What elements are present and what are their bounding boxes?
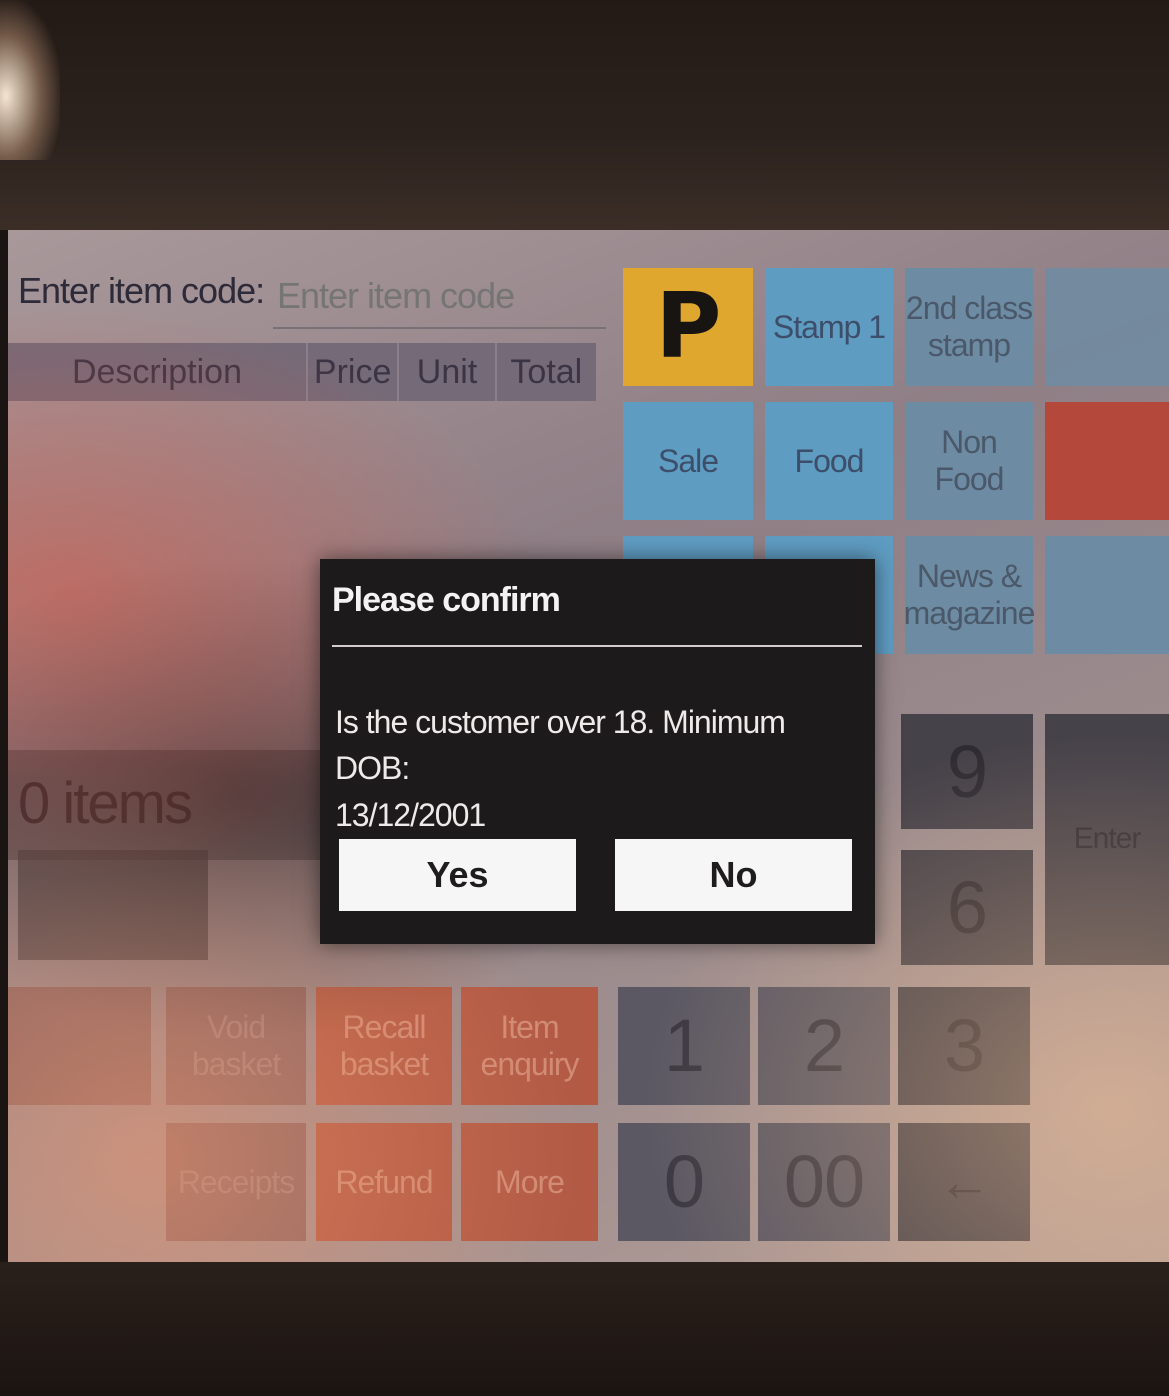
sale-button[interactable]: Sale (623, 402, 753, 520)
food-button[interactable]: Food (765, 402, 893, 520)
dialog-title: Please confirm (332, 581, 561, 619)
payzone-logo-icon: P (655, 274, 722, 380)
column-total: Total (510, 352, 583, 391)
key-6[interactable]: 6 (901, 850, 1033, 965)
news-magazine-button[interactable]: News & magazine (904, 536, 1035, 654)
backspace-arrow-icon: ← (937, 1151, 992, 1212)
payzone-button[interactable]: P (623, 268, 753, 386)
recall-basket-button[interactable]: Recall basket (316, 987, 452, 1105)
void-basket-button[interactable]: Void basket (166, 987, 306, 1105)
key-00[interactable]: 00 (758, 1123, 890, 1241)
backspace-button[interactable]: ← (898, 1123, 1030, 1241)
column-unit: Unit (399, 343, 497, 401)
more-button[interactable]: More (461, 1123, 598, 1241)
receipts-button[interactable]: Receipts (166, 1123, 306, 1241)
item-code-label: Enter item code: (18, 270, 265, 311)
dialog-divider (332, 645, 862, 647)
key-1[interactable]: 1 (618, 987, 750, 1105)
item-code-input[interactable] (273, 265, 606, 329)
column-price: Price (308, 343, 400, 401)
2nd-class-stamp-button[interactable]: 2nd class stamp (905, 268, 1033, 386)
yes-button[interactable]: Yes (339, 839, 576, 911)
dialog-message-line-2: 13/12/2001 (335, 796, 486, 833)
dialog-message: Is the customer over 18. Minimum DOB: 13… (335, 699, 855, 838)
key-9[interactable]: 9 (901, 714, 1033, 829)
device-bezel-bottom (0, 1262, 1169, 1396)
non-food-button[interactable]: Non Food (905, 402, 1033, 520)
light-glare (0, 0, 60, 160)
summary-box (18, 850, 208, 960)
column-description: Description (8, 343, 308, 401)
device-bezel-top (0, 0, 1169, 230)
enter-button[interactable]: Enter (1045, 714, 1169, 965)
quick-key-partial-3[interactable] (1045, 536, 1169, 654)
confirm-dialog: Please confirm Is the customer over 18. … (320, 559, 875, 944)
quick-key-partial-2[interactable] (1045, 402, 1169, 520)
key-0[interactable]: 0 (618, 1123, 750, 1241)
key-2[interactable]: 2 (758, 987, 890, 1105)
item-enquiry-button[interactable]: Item enquiry (461, 987, 598, 1105)
basket-table-header: Description Price Unit Total (8, 343, 596, 401)
quick-key-partial-1[interactable] (1045, 268, 1169, 386)
stamp-1-button[interactable]: Stamp 1 (765, 268, 893, 386)
key-3[interactable]: 3 (898, 987, 1030, 1105)
no-button[interactable]: No (615, 839, 852, 911)
action-key-partial[interactable] (8, 987, 151, 1105)
items-count-label: 0 items (18, 771, 193, 836)
refund-button[interactable]: Refund (316, 1123, 452, 1241)
dialog-message-line-1: Is the customer over 18. Minimum DOB: (335, 704, 786, 787)
